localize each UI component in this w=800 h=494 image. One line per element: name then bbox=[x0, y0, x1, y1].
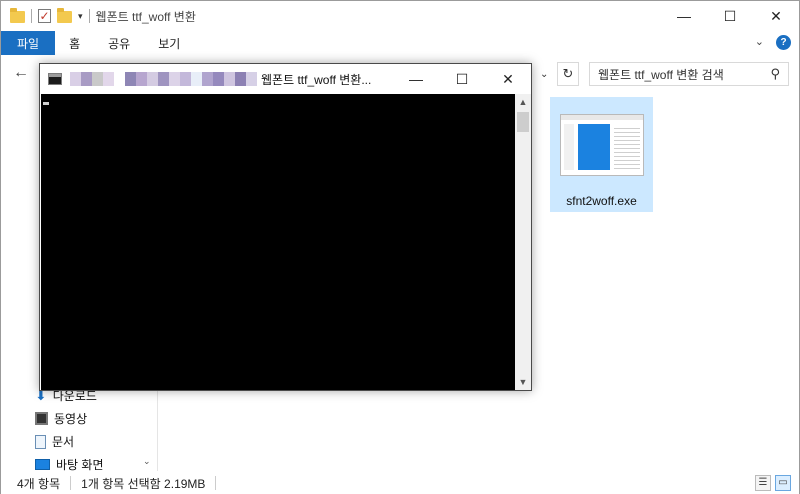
sidebar-item-videos[interactable]: 동영상 bbox=[35, 410, 87, 427]
sidebar-item-label: 문서 bbox=[52, 435, 75, 449]
status-separator bbox=[70, 476, 72, 490]
maximize-button[interactable]: ☐ bbox=[707, 1, 753, 31]
new-folder-icon[interactable] bbox=[57, 8, 72, 23]
explorer-window-title: 웹폰트 ttf_woff 변환 bbox=[95, 9, 196, 24]
expand-ribbon-chevron-icon[interactable]: ⌄ bbox=[755, 35, 764, 50]
blurred-path bbox=[70, 72, 257, 86]
minimize-button[interactable]: — bbox=[661, 1, 707, 31]
large-icons-view-icon[interactable]: ▭ bbox=[775, 475, 791, 491]
video-icon bbox=[35, 412, 48, 425]
thumbnail-titlebar bbox=[561, 115, 643, 120]
console-maximize-button[interactable]: ☐ bbox=[439, 64, 485, 94]
search-placeholder: 웹폰트 ttf_woff 변환 검색 bbox=[598, 67, 724, 82]
thumbnail-text-lines bbox=[614, 125, 640, 169]
explorer-caption-buttons: — ☐ ✕ bbox=[661, 1, 799, 31]
scroll-thumb[interactable] bbox=[517, 112, 529, 132]
search-icon: ⚲ bbox=[770, 66, 780, 81]
desktop-icon bbox=[35, 459, 50, 470]
folder-icon bbox=[10, 8, 25, 23]
status-bar: 4개 항목 1개 항목 선택함 2.19MB ☰ ▭ bbox=[1, 472, 799, 494]
console-window-title: 웹폰트 ttf_woff 변환... bbox=[261, 72, 372, 87]
thumbnail-sidebar bbox=[564, 124, 574, 170]
scroll-down-chevron-icon[interactable]: ⌄ bbox=[143, 456, 151, 467]
console-output-area[interactable] bbox=[41, 94, 515, 390]
customize-toolbar-dropdown-icon[interactable]: ▾ bbox=[78, 11, 83, 22]
console-caption-buttons: — ☐ ✕ bbox=[393, 64, 531, 94]
search-input[interactable]: 웹폰트 ttf_woff 변환 검색 ⚲ bbox=[589, 62, 789, 86]
sidebar-item-desktop[interactable]: 바탕 화면 bbox=[35, 456, 104, 473]
tab-view[interactable]: 보기 bbox=[144, 31, 194, 55]
exe-file-icon bbox=[560, 114, 644, 176]
console-app-icon bbox=[48, 73, 62, 85]
file-name-label: sfnt2woff.exe bbox=[566, 194, 637, 208]
document-icon bbox=[35, 434, 46, 449]
quick-access-toolbar: ✓ ▾ bbox=[1, 1, 90, 31]
view-toggle: ☰ ▭ bbox=[755, 475, 791, 491]
selection-info: 1개 항목 선택함 2.19MB bbox=[81, 476, 206, 491]
tab-home[interactable]: 홈 bbox=[55, 31, 94, 55]
ribbon-controls: ⌄ ? bbox=[755, 35, 791, 50]
item-count: 4개 항목 bbox=[17, 476, 61, 491]
sidebar-item-label: 바탕 화면 bbox=[56, 458, 104, 472]
scroll-up-arrow-icon[interactable]: ▲ bbox=[515, 94, 531, 110]
ribbon-tabs: 파일 홈 공유 보기 ⌄ ? bbox=[1, 31, 799, 55]
status-separator bbox=[215, 476, 217, 490]
help-icon[interactable]: ? bbox=[776, 35, 791, 50]
sidebar-item-documents[interactable]: 문서 bbox=[35, 433, 74, 450]
explorer-title-bar: ✓ ▾ 웹폰트 ttf_woff 변환 — ☐ ✕ bbox=[1, 1, 799, 31]
file-item-sfnt2woff[interactable]: sfnt2woff.exe bbox=[550, 97, 653, 212]
back-arrow-icon[interactable]: ← bbox=[13, 64, 29, 82]
address-dropdown-icon[interactable]: ⌄ bbox=[540, 63, 556, 85]
text-cursor bbox=[43, 102, 49, 105]
tab-share[interactable]: 공유 bbox=[94, 31, 144, 55]
properties-check-icon[interactable]: ✓ bbox=[38, 9, 51, 23]
console-minimize-button[interactable]: — bbox=[393, 64, 439, 94]
console-window: 웹폰트 ttf_woff 변환... — ☐ ✕ ▲ ▼ bbox=[39, 63, 532, 391]
toolbar-separator bbox=[31, 9, 32, 23]
console-close-button[interactable]: ✕ bbox=[485, 64, 531, 94]
thumbnail-blue-panel bbox=[578, 124, 610, 170]
close-button[interactable]: ✕ bbox=[753, 1, 799, 31]
toolbar-separator bbox=[88, 9, 90, 23]
sidebar-item-label: 동영상 bbox=[54, 412, 88, 426]
details-view-icon[interactable]: ☰ bbox=[755, 475, 771, 491]
scroll-down-arrow-icon[interactable]: ▼ bbox=[515, 374, 531, 390]
tab-file[interactable]: 파일 bbox=[1, 31, 56, 55]
console-scrollbar[interactable]: ▲ ▼ bbox=[515, 94, 531, 390]
console-title-bar[interactable]: 웹폰트 ttf_woff 변환... — ☐ ✕ bbox=[40, 64, 531, 94]
refresh-button[interactable]: ↻ bbox=[557, 62, 579, 86]
